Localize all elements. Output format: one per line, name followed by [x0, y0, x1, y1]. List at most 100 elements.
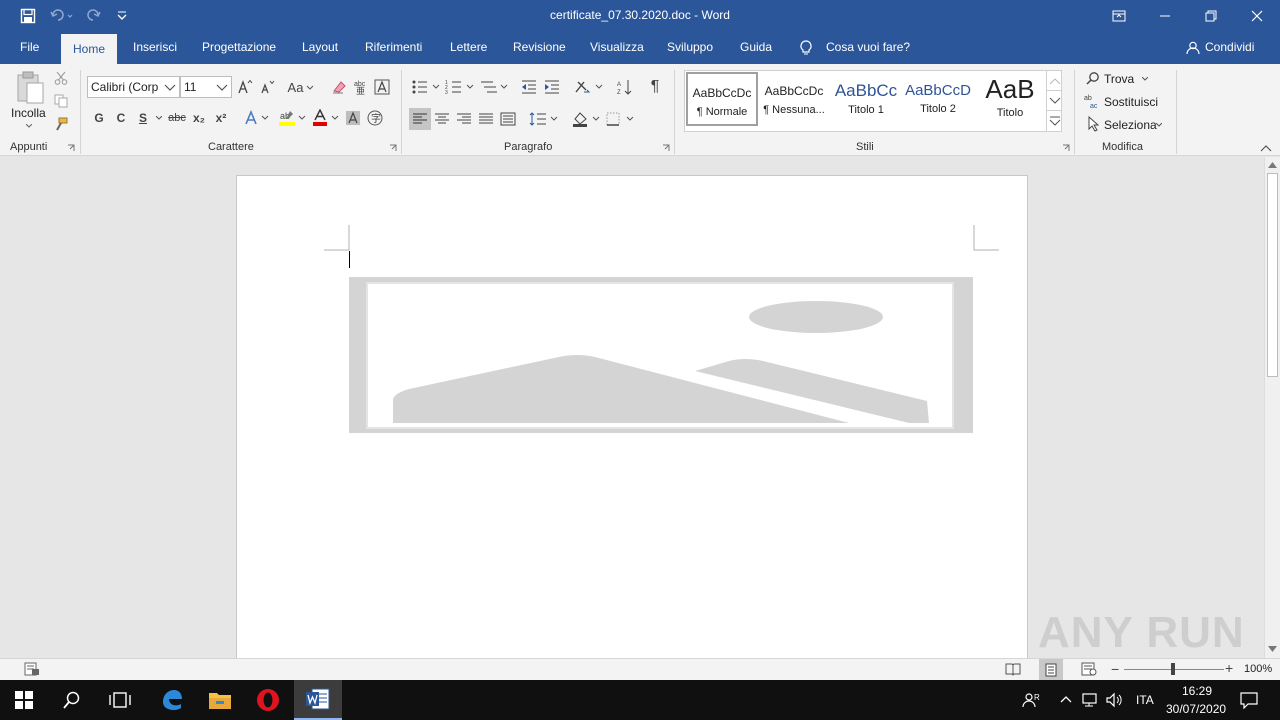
web-layout-icon[interactable]: [1081, 662, 1097, 676]
font-size-combo[interactable]: 11: [180, 76, 232, 98]
style-heading-1[interactable]: AaBbCc Titolo 1: [830, 72, 902, 126]
sort-icon[interactable]: AZ: [615, 77, 635, 97]
distributed-icon[interactable]: [497, 108, 519, 130]
select-button[interactable]: Seleziona: [1104, 118, 1157, 132]
tab-insert[interactable]: Inserisci: [133, 40, 177, 54]
person-icon[interactable]: [1186, 41, 1200, 55]
format-painter-icon[interactable]: [53, 116, 69, 132]
paragraph-launcher-icon[interactable]: [662, 144, 670, 152]
taskbar-word-button[interactable]: [294, 680, 342, 720]
search-icon[interactable]: [1086, 71, 1100, 85]
chevron-down-icon[interactable]: [215, 80, 229, 94]
clock-date[interactable]: 30/07/2020: [1166, 702, 1226, 716]
phonetic-guide-icon[interactable]: abc 亜: [351, 77, 371, 97]
character-border-icon[interactable]: [372, 77, 392, 97]
lightbulb-icon[interactable]: [800, 40, 812, 56]
read-mode-icon[interactable]: [1005, 662, 1021, 676]
style-heading-2[interactable]: AaBbCcD Titolo 2: [902, 72, 974, 126]
text-effects-icon[interactable]: [242, 108, 272, 128]
highlight-color-icon[interactable]: ab: [276, 108, 308, 128]
zoom-out-button[interactable]: −: [1111, 661, 1119, 677]
find-button[interactable]: Trova: [1104, 72, 1134, 86]
styles-scroll-down-icon[interactable]: [1046, 90, 1062, 110]
people-icon[interactable]: R: [1022, 692, 1040, 708]
tab-developer[interactable]: Sviluppo: [667, 40, 713, 54]
clipboard-launcher-icon[interactable]: [67, 144, 75, 152]
enclose-characters-icon[interactable]: 字: [366, 108, 384, 128]
ribbon-display-options-button[interactable]: [1096, 0, 1142, 32]
start-button[interactable]: [0, 680, 48, 720]
zoom-level[interactable]: 100%: [1244, 663, 1272, 675]
replace-icon[interactable]: ab ac: [1084, 93, 1100, 109]
network-icon[interactable]: [1082, 692, 1100, 708]
restore-button[interactable]: [1188, 0, 1234, 32]
print-layout-icon[interactable]: [1039, 659, 1063, 680]
share-button[interactable]: Condividi: [1205, 40, 1254, 54]
image-placeholder[interactable]: [349, 277, 973, 433]
task-view-button[interactable]: [96, 680, 144, 720]
taskbar-edge-button[interactable]: [148, 680, 196, 720]
align-center-icon[interactable]: [431, 108, 453, 130]
tab-view[interactable]: Visualizza: [590, 40, 644, 54]
line-spacing-icon[interactable]: [528, 108, 560, 130]
paste-label[interactable]: Incolla: [11, 106, 46, 120]
styles-more-icon[interactable]: [1046, 110, 1062, 131]
shading-icon[interactable]: [570, 108, 602, 130]
superscript-button[interactable]: x²: [211, 108, 231, 128]
style-no-spacing[interactable]: AaBbCcDc ¶ Nessuna...: [758, 72, 830, 126]
font-color-icon[interactable]: [309, 108, 341, 128]
notifications-icon[interactable]: [1240, 691, 1258, 709]
scroll-down-icon[interactable]: [1268, 646, 1277, 652]
find-dropdown-icon[interactable]: [1142, 77, 1148, 81]
taskbar-opera-button[interactable]: [244, 680, 292, 720]
chevron-up-icon[interactable]: [1060, 695, 1072, 703]
styles-launcher-icon[interactable]: [1062, 144, 1070, 152]
paste-icon[interactable]: [12, 70, 48, 106]
volume-icon[interactable]: [1106, 692, 1124, 708]
tab-layout[interactable]: Layout: [302, 40, 338, 54]
character-shading-icon[interactable]: [344, 108, 362, 128]
tell-me-search[interactable]: Cosa vuoi fare?: [826, 40, 910, 54]
align-left-icon[interactable]: [409, 108, 431, 130]
strikethrough-button[interactable]: abc: [166, 108, 188, 128]
cut-icon[interactable]: [53, 70, 69, 86]
justify-icon[interactable]: [475, 108, 497, 130]
bold-button[interactable]: G: [90, 108, 108, 128]
show-formatting-marks-icon[interactable]: ¶: [645, 77, 665, 97]
tab-design[interactable]: Progettazione: [202, 40, 276, 54]
clock-time[interactable]: 16:29: [1182, 684, 1212, 698]
bullets-icon[interactable]: [410, 77, 442, 97]
align-right-icon[interactable]: [453, 108, 475, 130]
replace-button[interactable]: Sostituisci: [1104, 95, 1158, 109]
font-launcher-icon[interactable]: [389, 144, 397, 152]
tab-mailings[interactable]: Lettere: [450, 40, 487, 54]
minimize-button[interactable]: [1142, 0, 1188, 32]
borders-icon[interactable]: [604, 108, 636, 130]
scroll-up-icon[interactable]: [1268, 162, 1277, 168]
close-button[interactable]: [1234, 0, 1280, 32]
asian-layout-icon[interactable]: [573, 77, 605, 97]
subscript-button[interactable]: x₂: [189, 108, 209, 128]
paste-dropdown-icon[interactable]: [26, 124, 32, 128]
italic-button[interactable]: C: [112, 108, 130, 128]
chevron-down-icon[interactable]: [163, 80, 177, 94]
document-page[interactable]: [236, 175, 1028, 658]
increase-indent-icon[interactable]: [541, 77, 563, 97]
select-dropdown-icon[interactable]: [1156, 123, 1162, 127]
multilevel-list-icon[interactable]: [478, 77, 510, 97]
font-name-combo[interactable]: Calibri (Corp: [87, 76, 180, 98]
clear-formatting-icon[interactable]: [329, 77, 349, 97]
style-title[interactable]: AaB Titolo: [974, 72, 1046, 126]
grow-font-icon[interactable]: [236, 77, 254, 97]
style-normal[interactable]: AaBbCcDc ¶ Normale: [686, 72, 758, 126]
copy-icon[interactable]: [53, 93, 69, 109]
input-language[interactable]: ITA: [1136, 693, 1154, 707]
vertical-scrollbar[interactable]: [1264, 157, 1280, 658]
tab-home[interactable]: Home: [61, 34, 118, 64]
scrollbar-thumb[interactable]: [1267, 173, 1278, 377]
collapse-ribbon-icon[interactable]: [1260, 144, 1272, 152]
numbering-icon[interactable]: 123: [444, 77, 476, 97]
tab-help[interactable]: Guida: [740, 40, 772, 54]
tab-file[interactable]: File: [20, 40, 39, 54]
decrease-indent-icon[interactable]: [518, 77, 540, 97]
